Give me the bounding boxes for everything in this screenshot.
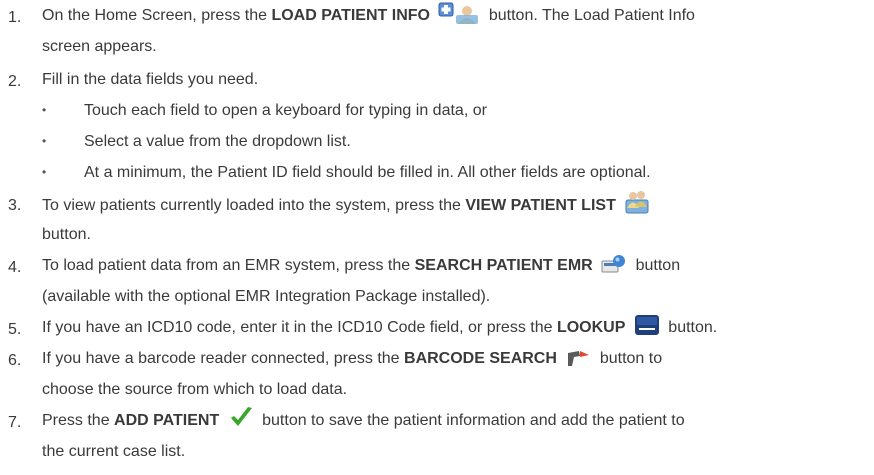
button-label: VIEW PATIENT LIST — [465, 197, 616, 214]
step-text-before: To load patient data from an EMR system,… — [42, 257, 415, 274]
step-text-main: Fill in the data fields you need. — [42, 71, 259, 88]
step-text-after: button — [631, 257, 681, 274]
step-text-line2: button. — [42, 226, 91, 243]
sub-bullet-2: • Select a value from the dropdown list. — [42, 126, 864, 157]
step-text-after: button to save the patient information a… — [262, 412, 685, 429]
button-label: ADD PATIENT — [114, 412, 220, 429]
barcode-scanner-icon — [565, 347, 591, 378]
step-text: Press the ADD PATIENT button to save the… — [42, 405, 864, 467]
step-text-line2: screen appears. — [42, 38, 157, 55]
step-text-before: Press the — [42, 412, 115, 429]
step-number: 1. — [8, 9, 22, 26]
step-number: 2. — [8, 73, 22, 90]
instruction-list: 1. On the Home Screen, press the LOAD PA… — [0, 0, 874, 475]
step-text: On the Home Screen, press the LOAD PATIE… — [42, 0, 864, 62]
step-text-before: On the Home Screen, press the — [42, 7, 272, 24]
step-text-before: To view patients currently loaded into t… — [42, 197, 466, 214]
step-number: 3. — [8, 197, 22, 214]
search-patient-emr-icon — [601, 254, 627, 285]
step-number: 6. — [8, 352, 22, 369]
step-text: If you have an ICD10 code, enter it in t… — [42, 312, 864, 343]
bullet-text: At a minimum, the Patient ID field shoul… — [84, 164, 651, 181]
bullet-text: Touch each field to open a keyboard for … — [84, 102, 487, 119]
step-text-before: If you have an ICD10 code, enter it in t… — [42, 319, 557, 336]
button-label: BARCODE SEARCH — [404, 350, 557, 367]
bullet-dot: • — [42, 165, 47, 179]
step-text: Fill in the data fields you need. — [42, 64, 864, 95]
step-text-before: If you have a barcode reader connected, … — [42, 350, 405, 367]
step-text: To view patients currently loaded into t… — [42, 188, 864, 250]
step-text-line2: the current case list. — [42, 443, 186, 460]
step-text-line2: choose the source from which to load dat… — [42, 381, 348, 398]
step-text-after: button. The Load Patient Info — [484, 7, 695, 24]
button-label: LOOKUP — [556, 319, 626, 336]
add-patient-checkmark-icon — [228, 405, 254, 440]
step-text-line2: (available with the optional EMR Integra… — [42, 288, 491, 305]
step-text: To load patient data from an EMR system,… — [42, 250, 864, 312]
sub-bullet-1: • Touch each field to open a keyboard fo… — [42, 95, 864, 126]
load-patient-info-icon — [438, 2, 480, 35]
step-text: If you have a barcode reader connected, … — [42, 343, 864, 405]
button-label: LOAD PATIENT INFO — [271, 7, 430, 24]
bullet-dot: • — [42, 134, 47, 148]
bullet-dot: • — [42, 103, 47, 117]
step-number: 7. — [8, 414, 22, 431]
step-number: 5. — [8, 321, 22, 338]
step-number: 4. — [8, 259, 22, 276]
view-patient-list-icon — [624, 188, 650, 225]
button-label: SEARCH PATIENT EMR — [414, 257, 593, 274]
step-text-after: button. — [663, 319, 718, 336]
sub-bullet-3: • At a minimum, the Patient ID field sho… — [42, 157, 864, 188]
step-text-after: button to — [595, 350, 663, 367]
bullet-text: Select a value from the dropdown list. — [84, 133, 351, 150]
